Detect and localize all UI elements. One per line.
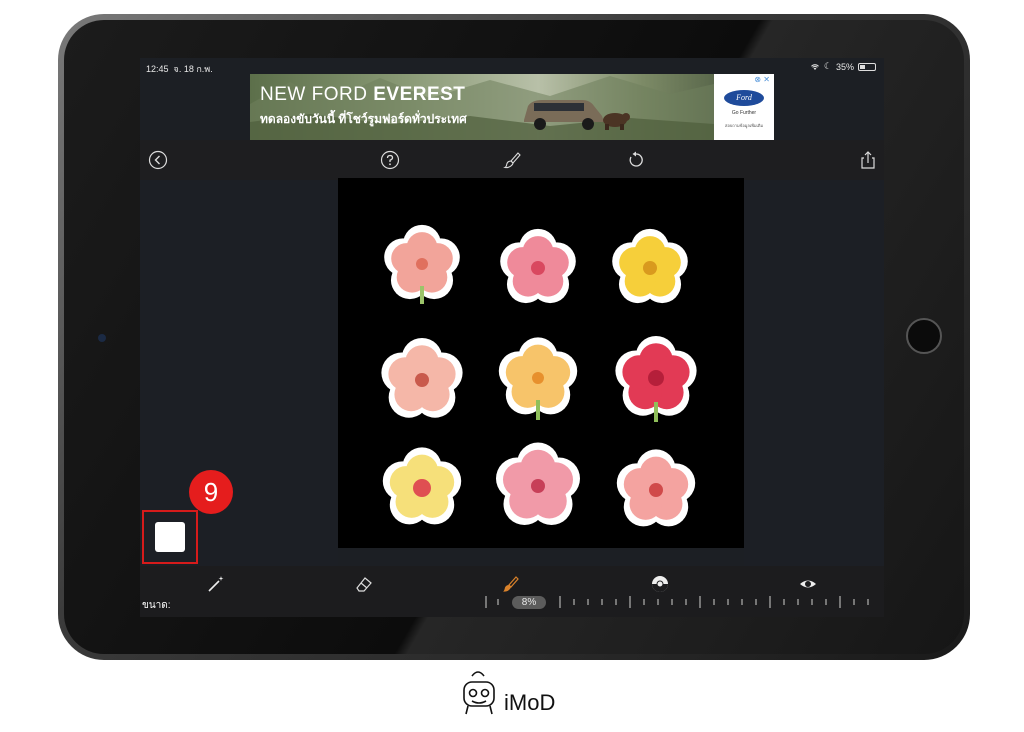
help-button[interactable] bbox=[380, 150, 400, 170]
left-panel bbox=[140, 180, 338, 566]
brush-icon bbox=[503, 576, 519, 592]
front-camera bbox=[98, 334, 106, 342]
flower-sticker[interactable] bbox=[498, 337, 578, 420]
chevron-left-circle-icon bbox=[148, 150, 168, 170]
battery-icon bbox=[858, 62, 876, 71]
flower-sticker[interactable] bbox=[500, 228, 576, 304]
magic-wand-tool[interactable] bbox=[206, 574, 226, 594]
rotate-icon bbox=[629, 151, 643, 167]
eye-icon bbox=[800, 580, 816, 588]
ad-headline: NEW FORD EVEREST bbox=[260, 84, 466, 105]
flower-sticker[interactable] bbox=[612, 228, 688, 304]
share-button[interactable] bbox=[858, 150, 878, 170]
home-button[interactable] bbox=[906, 318, 942, 354]
flower-sticker[interactable] bbox=[615, 335, 697, 422]
flower-sticker[interactable] bbox=[382, 447, 462, 525]
sticker-canvas[interactable] bbox=[338, 178, 744, 548]
flower-sticker[interactable] bbox=[616, 449, 696, 527]
share-icon bbox=[861, 151, 875, 169]
mask-toggle-icon bbox=[652, 576, 668, 592]
right-panel bbox=[744, 180, 884, 566]
watermark-text: iMoD bbox=[504, 690, 556, 715]
brush-tool[interactable] bbox=[500, 574, 520, 594]
flower-sticker[interactable] bbox=[496, 442, 580, 526]
rotate-button[interactable] bbox=[626, 150, 646, 170]
back-button[interactable] bbox=[148, 150, 168, 170]
status-right: ☾ 35% bbox=[810, 61, 876, 72]
callout-highlight-box bbox=[142, 510, 198, 564]
brush-settings-button[interactable] bbox=[502, 150, 522, 170]
size-label: ขนาด: bbox=[142, 600, 171, 611]
magic-wand-icon bbox=[208, 576, 224, 592]
mask-toggle-tool[interactable] bbox=[650, 574, 670, 594]
question-circle-icon bbox=[380, 150, 400, 170]
screen: 12:45 จ. 18 ก.พ. ☾ 35% NEW FORD EVEREST … bbox=[140, 58, 884, 617]
flower-stickers bbox=[381, 224, 697, 527]
flower-sticker[interactable] bbox=[384, 224, 460, 304]
ad-brand-panel: Ford Go Further สอบถามข้อมูลเพิ่มเติม ⊗ … bbox=[714, 74, 774, 140]
wifi-icon bbox=[810, 63, 819, 70]
ad-banner[interactable]: NEW FORD EVEREST ทดลองขับวันนี้ ที่โชว์ร… bbox=[250, 74, 774, 140]
eraser-icon bbox=[356, 577, 372, 592]
mascot-icon bbox=[463, 671, 495, 715]
preview-tool[interactable] bbox=[798, 574, 818, 594]
flower-sticker[interactable] bbox=[381, 337, 463, 418]
battery-percent: 35% bbox=[835, 61, 854, 72]
moon-icon: ☾ bbox=[823, 61, 832, 71]
ad-close-button[interactable]: ⊗ ✕ bbox=[754, 75, 770, 84]
eraser-tool[interactable] bbox=[354, 574, 374, 594]
callout-number-badge: 9 bbox=[189, 470, 233, 514]
ad-tagline: Go Further bbox=[731, 110, 757, 116]
brush-icon bbox=[503, 152, 521, 169]
size-value[interactable]: 8% bbox=[512, 596, 546, 609]
status-time: 12:45 จ. 18 ก.พ. bbox=[146, 64, 213, 74]
ad-bear-image bbox=[603, 113, 630, 130]
ad-car-image bbox=[524, 100, 604, 130]
ad-subline: ทดลองขับวันนี้ ที่โชว์รูมฟอร์ดทั่วประเทศ bbox=[260, 112, 467, 126]
ad-small-print: สอบถามข้อมูลเพิ่มเติม bbox=[724, 123, 764, 128]
ford-logo: Ford bbox=[724, 90, 764, 106]
